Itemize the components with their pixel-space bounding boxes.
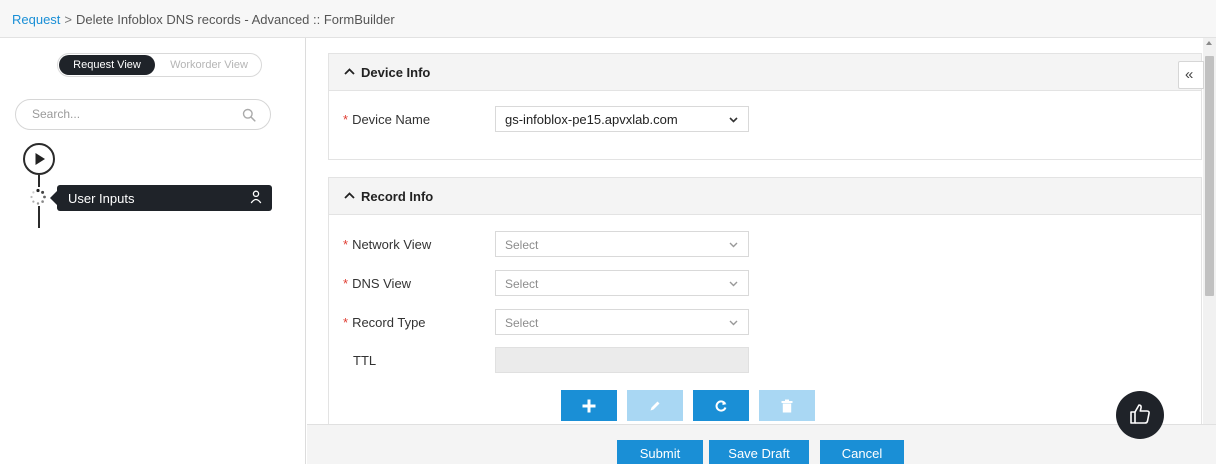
add-row-button[interactable] [561, 390, 617, 421]
workorder-view-tab[interactable]: Workorder View [158, 55, 260, 75]
breadcrumb-request-link[interactable]: Request [12, 12, 60, 27]
record-type-placeholder: Select [505, 316, 539, 330]
chevron-down-icon [729, 281, 738, 287]
chevron-down-icon [729, 117, 738, 123]
loading-spinner-icon [30, 188, 46, 205]
flow-node-user-inputs[interactable]: User Inputs [50, 185, 272, 211]
user-icon [250, 190, 262, 204]
request-view-tab[interactable]: Request View [59, 55, 155, 75]
breadcrumb-separator: > [64, 12, 73, 27]
network-view-row: * Network View Select [329, 231, 1201, 259]
search-box [15, 99, 271, 130]
record-info-header[interactable]: Record Info [329, 178, 1201, 215]
scroll-up-arrow-icon[interactable] [1206, 41, 1212, 45]
feedback-button[interactable] [1116, 391, 1164, 439]
required-mark: * [343, 276, 349, 291]
save-draft-button[interactable]: Save Draft [709, 440, 809, 464]
scrollbar-thumb[interactable] [1205, 56, 1214, 296]
view-toggle: Request View Workorder View [57, 53, 262, 77]
submit-button[interactable]: Submit [617, 440, 703, 464]
required-mark: * [343, 237, 349, 252]
form-footer: Submit Save Draft Cancel [307, 424, 1216, 464]
chevron-up-icon [344, 68, 355, 75]
dns-view-label: * DNS View [343, 276, 411, 291]
ttl-label: TTL [353, 353, 377, 368]
dns-view-row: * DNS View Select [329, 270, 1201, 298]
sidebar: Request View Workorder View User Inputs [4, 38, 306, 464]
play-icon[interactable] [23, 143, 55, 175]
flow-line-bottom [38, 206, 40, 228]
flow-node-label: User Inputs [68, 191, 135, 206]
required-mark: * [343, 315, 349, 330]
delete-icon [781, 399, 793, 412]
dns-view-select[interactable]: Select [495, 270, 749, 296]
edit-row-button [627, 390, 683, 421]
network-view-label-text: Network View [352, 237, 432, 252]
record-info-title: Record Info [361, 189, 434, 204]
refresh-icon [715, 399, 727, 412]
form-area: Device Info * Device Name gs-infoblox-pe1… [307, 38, 1203, 424]
record-type-select[interactable]: Select [495, 309, 749, 335]
refresh-button[interactable] [693, 390, 749, 421]
chevron-down-icon [729, 320, 738, 326]
device-info-header[interactable]: Device Info [329, 54, 1201, 91]
record-type-label: * Record Type [343, 315, 426, 330]
search-input[interactable] [32, 107, 232, 121]
double-chevron-left-icon: « [1185, 66, 1194, 83]
delete-row-button [759, 390, 815, 421]
record-type-row: * Record Type Select [329, 309, 1201, 337]
chevron-down-icon [729, 242, 738, 248]
network-view-select[interactable]: Select [495, 231, 749, 257]
chevron-up-icon [344, 192, 355, 199]
device-name-label: * Device Name [343, 112, 430, 127]
record-info-panel: Record Info * Network View Select * DNS Vi… [328, 177, 1202, 424]
vertical-scrollbar[interactable] [1203, 38, 1216, 424]
top-bar: Request > Delete Infoblox DNS records - Ad… [0, 0, 1216, 38]
ttl-field [495, 347, 749, 373]
ttl-row: TTL [329, 347, 1201, 375]
dns-view-label-text: DNS View [352, 276, 412, 291]
network-view-label: * Network View [343, 237, 431, 252]
search-icon[interactable] [242, 108, 256, 122]
dns-view-placeholder: Select [505, 277, 539, 291]
breadcrumb: Request > Delete Infoblox DNS records - Ad… [12, 12, 395, 27]
flow-line-top [38, 175, 40, 187]
edit-icon [650, 401, 660, 410]
device-name-row: * Device Name gs-infoblox-pe15.apvxlab.co… [329, 106, 1201, 134]
cancel-button[interactable]: Cancel [820, 440, 904, 464]
breadcrumb-current: Delete Infoblox DNS records - Advanced :… [76, 12, 395, 27]
device-name-value: gs-infoblox-pe15.apvxlab.com [505, 112, 678, 127]
device-name-select[interactable]: gs-infoblox-pe15.apvxlab.com [495, 106, 749, 132]
thumbs-up-icon [1130, 404, 1150, 424]
collapse-panel-button[interactable]: « [1178, 61, 1204, 89]
device-info-panel: Device Info * Device Name gs-infoblox-pe1… [328, 53, 1202, 160]
network-view-placeholder: Select [505, 238, 539, 252]
device-info-title: Device Info [361, 65, 431, 80]
add-icon [582, 399, 596, 412]
record-type-label-text: Record Type [352, 315, 426, 330]
device-name-label-text: Device Name [352, 112, 431, 127]
required-mark: * [343, 112, 349, 127]
